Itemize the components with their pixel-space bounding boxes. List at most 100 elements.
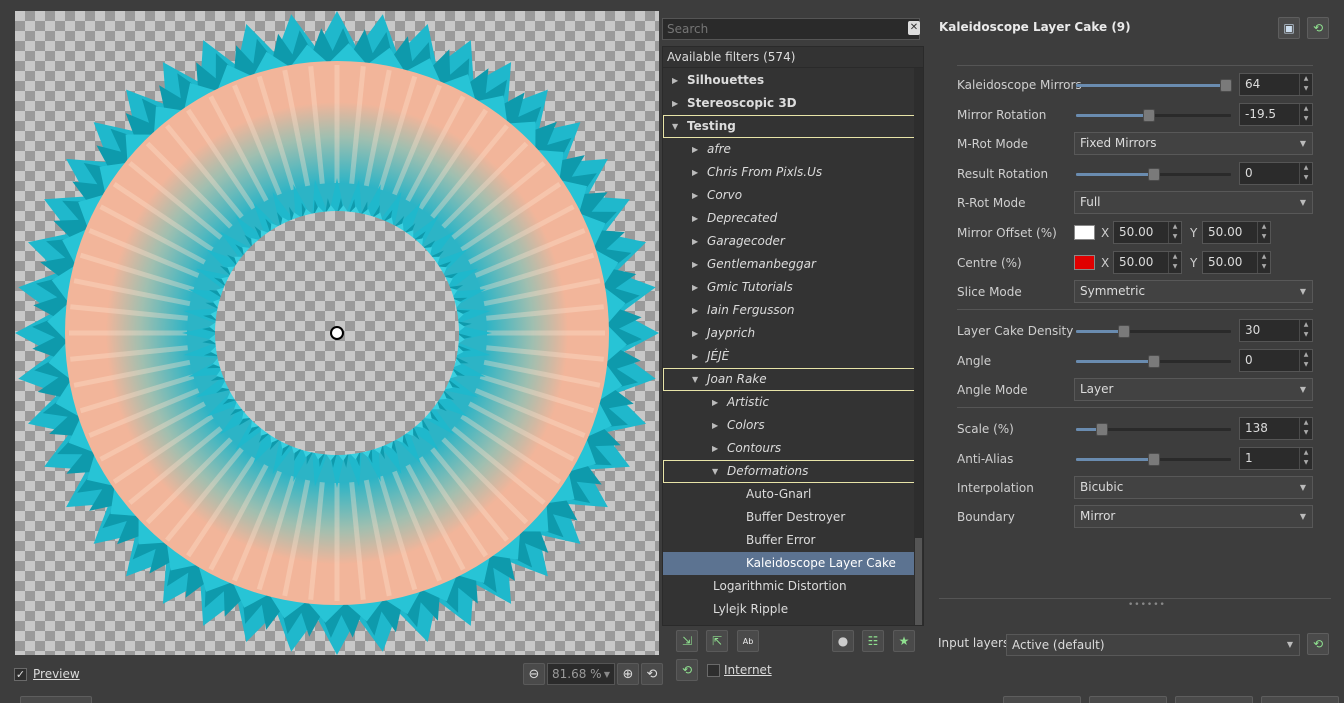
anti-alias-spinbox[interactable]: 1 ▲ ▼ (1239, 447, 1313, 470)
tree-item[interactable]: ▶ Stereoscopic 3D (663, 92, 916, 115)
chevron-right-icon[interactable]: ▶ (692, 230, 698, 253)
spin-arrows-icon[interactable]: ▲ ▼ (1257, 222, 1270, 243)
mirror-rotation-spinbox[interactable]: -19.5 ▲ ▼ (1239, 103, 1313, 126)
spin-arrows-icon[interactable]: ▲ ▼ (1299, 418, 1312, 439)
spin-arrows-icon[interactable]: ▲ ▼ (1168, 222, 1181, 243)
expand-tree-icon[interactable]: ☷ (862, 630, 884, 652)
add-favorite-icon[interactable]: ⇲ (676, 630, 698, 652)
tree-item[interactable]: Kaleidoscope Layer Cake (663, 552, 916, 575)
chevron-right-icon[interactable]: ▶ (692, 138, 698, 161)
preview-toggle[interactable]: ✓ Preview (14, 662, 80, 686)
chevron-right-icon[interactable]: ▶ (692, 253, 698, 276)
preview-checkbox[interactable]: ✓ (14, 667, 27, 681)
tree-item[interactable]: ▶ Artistic (663, 391, 916, 414)
remove-favorite-icon[interactable]: ⇱ (706, 630, 728, 652)
tree-item[interactable]: Logarithmic Distortion (663, 575, 916, 598)
mrot-mode-select[interactable]: Fixed Mirrors ▼ (1074, 132, 1313, 155)
centre-color-swatch[interactable] (1074, 255, 1095, 270)
update-filters-icon[interactable]: ⟲ (676, 659, 698, 681)
chevron-right-icon[interactable]: ▶ (692, 345, 698, 368)
spin-arrows-icon[interactable]: ▲ ▼ (1299, 350, 1312, 371)
spin-arrows-icon[interactable]: ▲ ▼ (1299, 320, 1312, 341)
tree-item[interactable]: ▶ Gmic Tutorials (663, 276, 916, 299)
chevron-right-icon[interactable]: ▶ (692, 276, 698, 299)
tree-item[interactable]: ▶ Chris From Pixls.Us (663, 161, 916, 184)
chevron-right-icon[interactable]: ▶ (712, 391, 718, 414)
layer-cake-density-spinbox[interactable]: 30 ▲ ▼ (1239, 319, 1313, 342)
chevron-right-icon[interactable]: ▶ (712, 414, 718, 437)
centre-handle[interactable] (330, 326, 344, 340)
tree-item[interactable]: ▶ Garagecoder (663, 230, 916, 253)
scale-spinbox[interactable]: 138 ▲ ▼ (1239, 417, 1313, 440)
cancel-button[interactable] (1175, 696, 1253, 703)
tree-item[interactable]: ▶ Corvo (663, 184, 916, 207)
centre-y-spinbox[interactable]: 50.00 ▲ ▼ (1202, 251, 1271, 274)
tree-item[interactable]: Buffer Error (663, 529, 916, 552)
mirror-offset-color-swatch[interactable] (1074, 225, 1095, 240)
filter-search-input[interactable] (662, 18, 920, 40)
input-layers-select[interactable]: Active (default) ▼ (1006, 634, 1300, 656)
zoom-in-icon[interactable]: ⊕ (617, 663, 639, 685)
tree-item[interactable]: ▼ Joan Rake (663, 368, 916, 391)
kaleidoscope-mirrors-spinbox[interactable]: 64 ▲ ▼ (1239, 73, 1313, 96)
scale-slider[interactable] (1076, 423, 1231, 436)
chevron-right-icon[interactable]: ▶ (672, 92, 678, 115)
slice-mode-select[interactable]: Symmetric ▼ (1074, 280, 1313, 303)
chevron-right-icon[interactable]: ▶ (692, 299, 698, 322)
search-clear-icon[interactable]: ✕ (908, 21, 920, 35)
tree-item[interactable]: ▶ Deprecated (663, 207, 916, 230)
tree-item[interactable]: ▼ Deformations (663, 460, 916, 483)
boundary-select[interactable]: Mirror ▼ (1074, 505, 1313, 528)
refresh-preview-icon[interactable]: ⟲ (641, 663, 663, 685)
tree-item[interactable]: ▶ Colors (663, 414, 916, 437)
refresh-input-icon[interactable]: ⟲ (1307, 633, 1329, 655)
copy-command-icon[interactable]: ▣ (1278, 17, 1300, 39)
tree-item[interactable]: ▼ Testing (663, 115, 916, 138)
zoom-field[interactable]: 81.68 % ▼ (547, 663, 615, 685)
preview-canvas[interactable] (15, 11, 659, 655)
reset-params-icon[interactable]: ⟲ (1307, 17, 1329, 39)
zoom-out-icon[interactable]: ⊖ (523, 663, 545, 685)
tree-item[interactable]: ▶ Silhouettes (663, 69, 916, 92)
spin-arrows-icon[interactable]: ▲ ▼ (1299, 104, 1312, 125)
chevron-right-icon[interactable]: ▶ (692, 161, 698, 184)
apply-button[interactable] (1003, 696, 1081, 703)
tree-item[interactable]: Lylejk Ripple (663, 598, 916, 621)
chevron-right-icon[interactable]: ▶ (692, 184, 698, 207)
close-button[interactable] (1261, 696, 1339, 703)
tree-scrollbar-thumb[interactable] (915, 538, 922, 625)
chevron-right-icon[interactable]: ▶ (712, 437, 718, 460)
settings-button[interactable] (20, 696, 92, 703)
chevron-right-icon[interactable]: ▶ (692, 207, 698, 230)
anti-alias-slider[interactable] (1076, 453, 1231, 466)
spin-arrows-icon[interactable]: ▲ ▼ (1168, 252, 1181, 273)
interpolation-select[interactable]: Bicubic ▼ (1074, 476, 1313, 499)
angle-slider[interactable] (1076, 355, 1231, 368)
mirror-rotation-slider[interactable] (1076, 109, 1231, 122)
tree-item[interactable]: ▶ JÉJÈ (663, 345, 916, 368)
rename-icon[interactable]: Ab (737, 630, 759, 652)
mirror-offset-x-spinbox[interactable]: 50.00 ▲ ▼ (1113, 221, 1182, 244)
favorite-star-icon[interactable]: ★ (893, 630, 915, 652)
chevron-down-icon[interactable]: ▼ (672, 115, 678, 138)
chevron-right-icon[interactable]: ▶ (692, 322, 698, 345)
kaleidoscope-mirrors-slider[interactable] (1076, 79, 1233, 92)
spin-arrows-icon[interactable]: ▲ ▼ (1299, 448, 1312, 469)
tree-item[interactable]: ▶ Jayprich (663, 322, 916, 345)
visibility-icon[interactable]: ● (832, 630, 854, 652)
tree-item[interactable]: ▶ Iain Fergusson (663, 299, 916, 322)
tree-item[interactable]: Auto-Gnarl (663, 483, 916, 506)
angle-spinbox[interactable]: 0 ▲ ▼ (1239, 349, 1313, 372)
chevron-down-icon[interactable]: ▼ (692, 368, 698, 391)
spin-arrows-icon[interactable]: ▲ ▼ (1299, 163, 1312, 184)
tree-scrollbar[interactable] (914, 68, 923, 625)
chevron-right-icon[interactable]: ▶ (672, 69, 678, 92)
internet-checkbox[interactable] (707, 664, 720, 677)
mirror-offset-y-spinbox[interactable]: 50.00 ▲ ▼ (1202, 221, 1271, 244)
tree-item[interactable]: ▶ Contours (663, 437, 916, 460)
tree-item[interactable]: ▶ afre (663, 138, 916, 161)
tree-item[interactable]: Buffer Destroyer (663, 506, 916, 529)
centre-x-spinbox[interactable]: 50.00 ▲ ▼ (1113, 251, 1182, 274)
rrot-mode-select[interactable]: Full ▼ (1074, 191, 1313, 214)
tree-item[interactable]: ▶ Gentlemanbeggar (663, 253, 916, 276)
